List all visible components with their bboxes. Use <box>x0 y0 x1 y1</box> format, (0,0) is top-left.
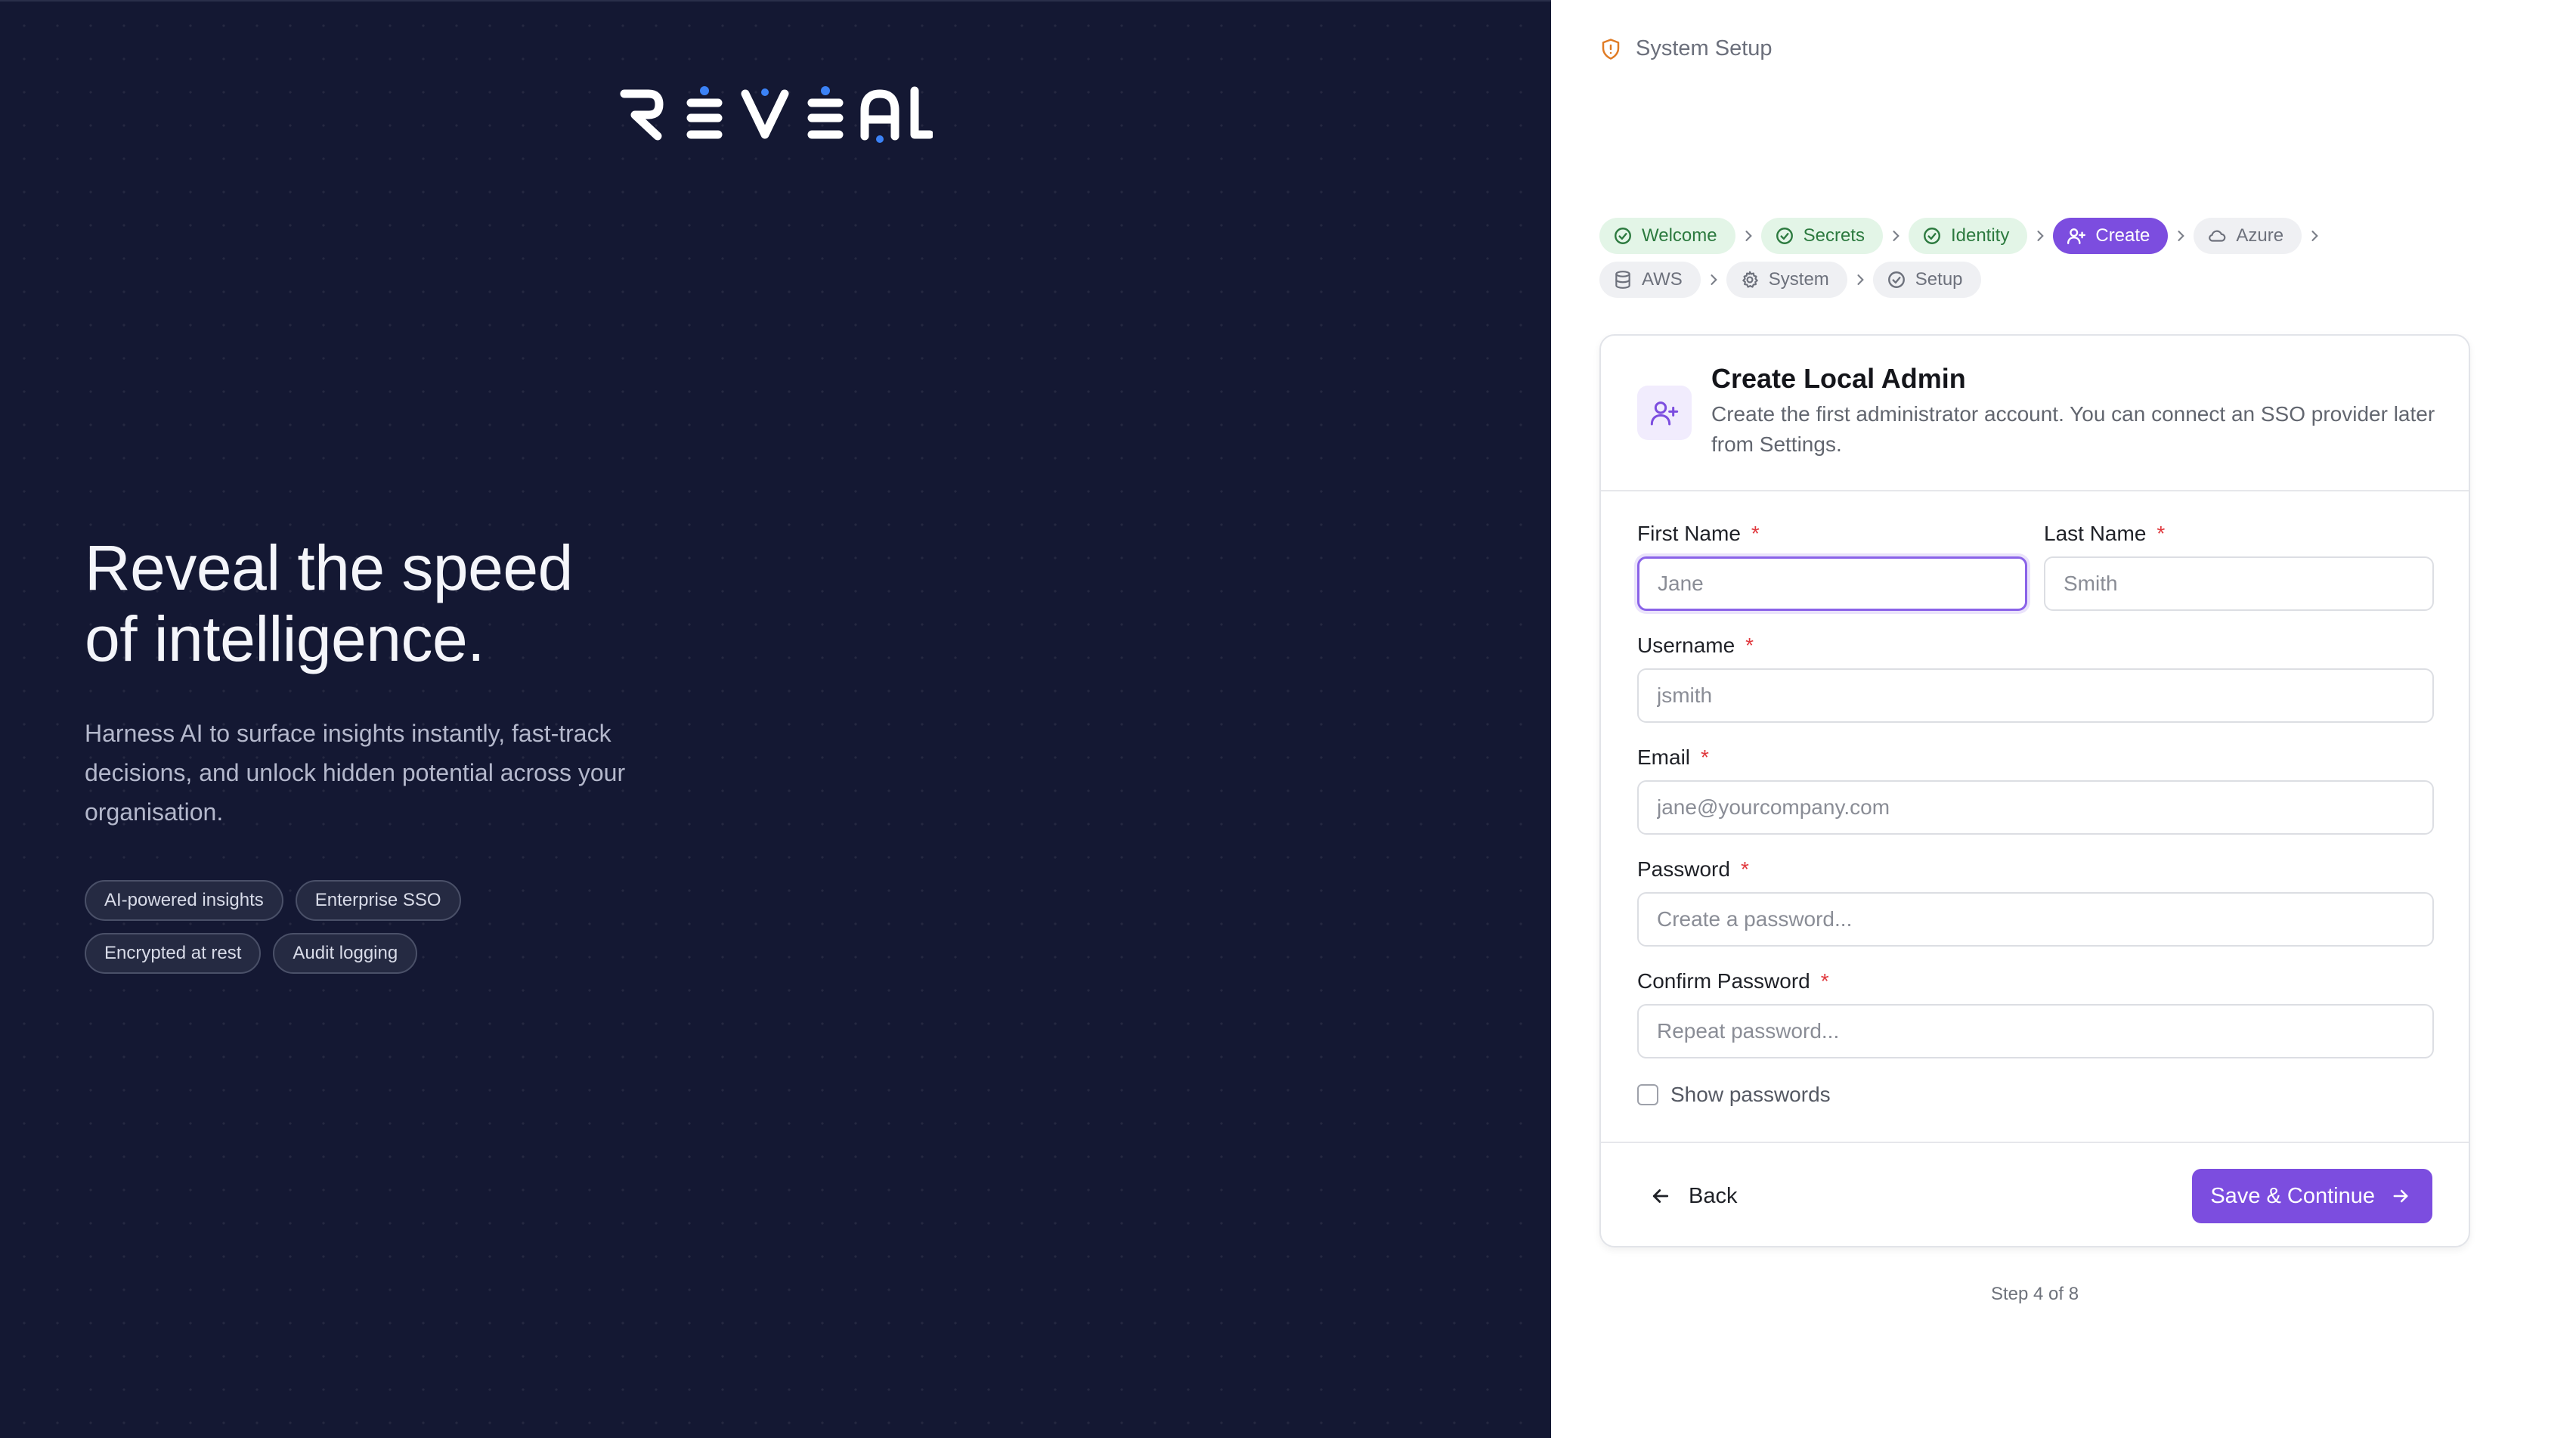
step-identity[interactable]: Identity <box>1908 218 2028 254</box>
card-header: Create Local Admin Create the first admi… <box>1601 336 2469 491</box>
email-input[interactable] <box>1637 780 2434 835</box>
chevron-right-icon <box>1847 262 1873 298</box>
chevron-right-icon <box>1701 262 1726 298</box>
user-plus-icon <box>2067 228 2086 244</box>
chevron-right-icon <box>2168 218 2194 254</box>
show-passwords-checkbox[interactable] <box>1637 1084 1658 1105</box>
required-marker: * <box>1820 969 1829 993</box>
card-footer: Back Save & Continue <box>1601 1142 2469 1247</box>
show-passwords-toggle[interactable]: Show passwords <box>1637 1083 1831 1107</box>
hero-subtitle: Harness AI to surface insights instantly… <box>85 720 626 826</box>
last-name-input[interactable] <box>2044 556 2434 611</box>
step-welcome[interactable]: Welcome <box>1599 218 1735 254</box>
card-title: Create Local Admin <box>1711 363 1966 394</box>
save-continue-label: Save & Continue <box>2210 1183 2375 1208</box>
gear-icon <box>1742 271 1758 288</box>
feature-tag: Encrypted at rest <box>85 933 262 974</box>
hero-title-line-2: of intelligence. <box>85 603 485 674</box>
feature-tag: AI-powered insights <box>85 880 283 921</box>
step-label: Welcome <box>1642 225 1717 246</box>
step-progress-text: Step 4 of 8 <box>1990 1284 2079 1304</box>
cloud-icon <box>2209 230 2226 242</box>
system-setup-header: System Setup <box>1599 36 1773 61</box>
step-setup[interactable]: Setup <box>1872 262 1981 298</box>
step-label: Identity <box>1950 225 2010 246</box>
chevron-right-icon <box>2302 218 2327 254</box>
arrow-right-icon <box>2393 1189 2408 1203</box>
save-continue-button[interactable]: Save & Continue <box>2192 1169 2432 1223</box>
email-label: Email * <box>1637 745 1709 770</box>
feature-tag: Enterprise SSO <box>295 880 461 921</box>
step-label: Azure <box>2236 225 2284 246</box>
password-label: Password * <box>1637 857 1749 882</box>
reveal-logo <box>618 83 933 144</box>
step-system[interactable]: System <box>1726 262 1847 298</box>
chevron-right-icon <box>2027 218 2053 254</box>
first-name-label: First Name * <box>1637 522 1760 546</box>
shield-alert-icon <box>1602 38 1620 60</box>
required-marker: * <box>1751 522 1760 545</box>
password-label-text: Password <box>1637 857 1730 881</box>
hero-panel: Reveal the speed of intelligence. Harnes… <box>0 0 1551 1438</box>
setup-stepper: Welcome Secrets Identity Create Azure AW… <box>1599 218 2506 305</box>
hero-title-line-1: Reveal the speed <box>85 532 573 603</box>
setup-panel: System Setup Welcome Secrets Identity Cr… <box>1551 0 2576 1438</box>
card-icon-badge <box>1637 386 1692 440</box>
system-setup-title: System Setup <box>1636 36 1773 60</box>
password-input[interactable] <box>1637 892 2434 947</box>
step-label: Setup <box>1915 269 1963 290</box>
back-button[interactable]: Back <box>1637 1169 1755 1223</box>
check-circle-icon <box>1615 228 1631 244</box>
step-aws[interactable]: AWS <box>1599 262 1701 298</box>
username-label-text: Username <box>1637 634 1735 657</box>
arrow-left-icon <box>1652 1189 1669 1203</box>
chevron-right-icon <box>1735 218 1761 254</box>
check-circle-icon <box>1924 228 1940 244</box>
username-label: Username * <box>1637 634 1754 658</box>
step-label: AWS <box>1642 269 1683 290</box>
check-circle-icon <box>1776 228 1793 244</box>
step-azure[interactable]: Azure <box>2194 218 2302 254</box>
confirm-password-label: Confirm Password * <box>1637 969 1829 993</box>
reveal-logo-mark <box>620 86 933 143</box>
username-input[interactable] <box>1637 668 2434 723</box>
database-icon <box>1615 271 1630 289</box>
chevron-right-icon <box>1883 218 1909 254</box>
user-plus-icon <box>1650 401 1679 426</box>
step-label: Create <box>2095 225 2150 246</box>
create-admin-card: Create Local Admin Create the first admi… <box>1599 334 2470 1247</box>
feature-tag: Audit logging <box>273 933 418 974</box>
step-create[interactable]: Create <box>2053 218 2169 254</box>
step-secrets[interactable]: Secrets <box>1760 218 1883 254</box>
confirm-password-input[interactable] <box>1637 1004 2434 1058</box>
back-button-label: Back <box>1689 1183 1738 1208</box>
card-description: Create the first administrator account. … <box>1711 402 2435 456</box>
email-label-text: Email <box>1637 745 1691 769</box>
step-label: Secrets <box>1803 225 1865 246</box>
required-marker: * <box>1740 857 1749 881</box>
feature-tags: AI-powered insights Enterprise SSO Encry… <box>85 880 614 986</box>
last-name-label: Last Name * <box>2044 522 2165 546</box>
check-circle-icon <box>1887 271 1905 288</box>
confirm-password-label-text: Confirm Password <box>1637 969 1810 993</box>
first-name-input[interactable] <box>1637 556 2027 611</box>
required-marker: * <box>2156 522 2166 545</box>
required-marker: * <box>1701 745 1709 769</box>
hero-title: Reveal the speed of intelligence. <box>85 532 765 674</box>
first-name-label-text: First Name <box>1637 522 1741 545</box>
step-label: System <box>1768 269 1829 290</box>
show-passwords-label: Show passwords <box>1670 1083 1831 1106</box>
last-name-label-text: Last Name <box>2044 522 2147 545</box>
required-marker: * <box>1745 634 1754 657</box>
